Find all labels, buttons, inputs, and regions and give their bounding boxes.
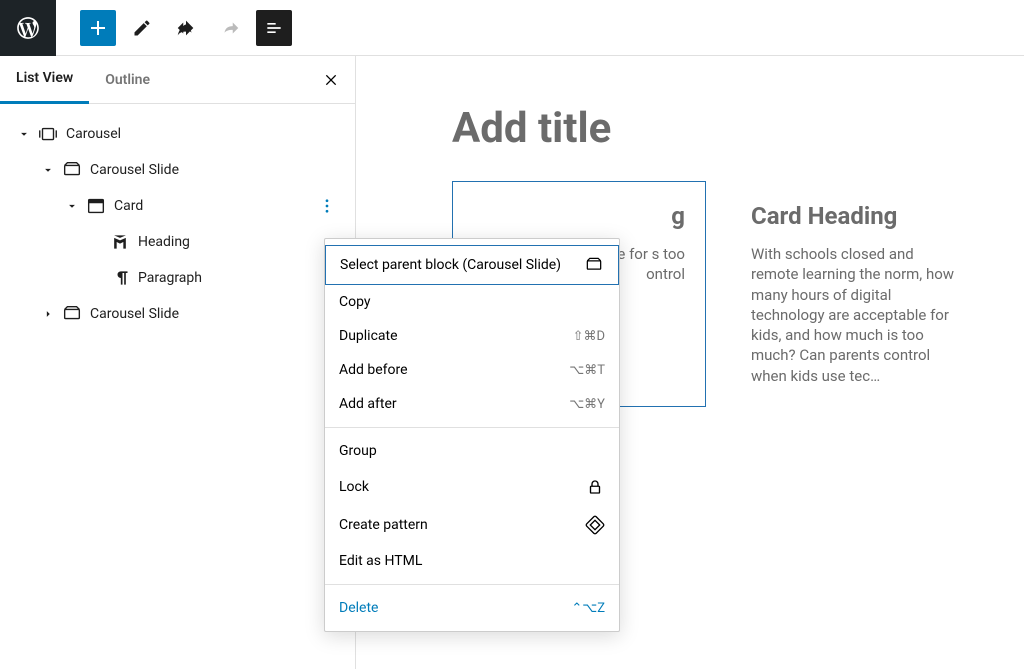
block-options-button[interactable]	[315, 194, 339, 218]
tree-label: Heading	[138, 234, 347, 250]
slide-icon	[584, 255, 604, 275]
menu-edit-html[interactable]: Edit as HTML	[325, 544, 619, 578]
menu-label: Edit as HTML	[339, 553, 422, 569]
slide-icon	[60, 302, 84, 326]
card-icon	[84, 194, 108, 218]
menu-copy[interactable]: Copy	[325, 285, 619, 319]
tree-item-carousel[interactable]: Carousel	[8, 116, 347, 152]
block-list-tree: Carousel Carousel Slide Card Heading Par…	[0, 104, 355, 344]
tree-item-carousel-slide[interactable]: Carousel Slide	[8, 296, 347, 332]
card-paragraph[interactable]: With schools closed and remote learning …	[751, 244, 963, 386]
tab-outline[interactable]: Outline	[89, 56, 166, 104]
menu-label: Add before	[339, 362, 408, 378]
lock-icon	[585, 477, 605, 497]
menu-add-before[interactable]: Add before ⌥⌘T	[325, 353, 619, 387]
sidebar-tabs: List View Outline	[0, 56, 355, 104]
carousel-icon	[36, 122, 60, 146]
pencil-icon	[132, 18, 152, 38]
tree-label: Card	[114, 198, 315, 214]
menu-create-pattern[interactable]: Create pattern	[325, 506, 619, 544]
keyboard-shortcut: ⌥⌘T	[569, 363, 605, 378]
top-toolbar	[0, 0, 1024, 56]
tree-label: Carousel	[66, 126, 347, 142]
document-overview-panel: List View Outline Carousel Carousel Slid…	[0, 56, 356, 669]
block-options-menu: Select parent block (Carousel Slide) Cop…	[324, 238, 620, 632]
plus-icon	[86, 16, 110, 40]
edit-tools-button[interactable]	[124, 10, 160, 46]
undo-icon	[175, 17, 197, 39]
keyboard-shortcut: ⇧⌘D	[573, 329, 605, 344]
menu-select-parent[interactable]: Select parent block (Carousel Slide)	[325, 245, 619, 285]
keyboard-shortcut: ⌃⌥Z	[571, 601, 605, 616]
heading-icon	[108, 230, 132, 254]
menu-lock[interactable]: Lock	[325, 468, 619, 506]
menu-label: Group	[339, 443, 377, 459]
add-block-button[interactable]	[80, 10, 116, 46]
paragraph-icon	[108, 266, 132, 290]
menu-label: Copy	[339, 294, 371, 310]
menu-label: Select parent block (Carousel Slide)	[340, 257, 561, 273]
wordpress-icon	[15, 15, 41, 41]
menu-label: Add after	[339, 396, 397, 412]
close-icon	[323, 72, 339, 88]
redo-icon	[219, 17, 241, 39]
list-icon	[264, 18, 284, 38]
toolbar-buttons	[56, 10, 292, 46]
menu-label: Delete	[339, 600, 378, 616]
menu-label: Create pattern	[339, 517, 428, 533]
close-panel-button[interactable]	[319, 68, 343, 92]
tree-item-heading[interactable]: Heading	[8, 224, 347, 260]
more-vertical-icon	[318, 197, 336, 215]
tree-item-paragraph[interactable]: Paragraph	[8, 260, 347, 296]
chevron-right-icon[interactable]	[36, 302, 60, 326]
tree-item-card[interactable]: Card	[8, 188, 347, 224]
menu-duplicate[interactable]: Duplicate ⇧⌘D	[325, 319, 619, 353]
post-title-input[interactable]: Add title	[452, 104, 984, 153]
menu-delete[interactable]: Delete ⌃⌥Z	[325, 591, 619, 625]
slide-icon	[60, 158, 84, 182]
undo-button[interactable]	[168, 10, 204, 46]
redo-button[interactable]	[212, 10, 248, 46]
wordpress-logo[interactable]	[0, 0, 56, 56]
card-block[interactable]: Card Heading With schools closed and rem…	[730, 181, 984, 407]
menu-add-after[interactable]: Add after ⌥⌘Y	[325, 387, 619, 421]
tree-label: Paragraph	[138, 270, 347, 286]
tree-label: Carousel Slide	[90, 306, 347, 322]
menu-label: Duplicate	[339, 328, 398, 344]
document-overview-button[interactable]	[256, 10, 292, 46]
menu-group[interactable]: Group	[325, 434, 619, 468]
chevron-down-icon[interactable]	[12, 122, 36, 146]
card-heading[interactable]: g	[473, 202, 685, 230]
menu-label: Lock	[339, 479, 369, 495]
keyboard-shortcut: ⌥⌘Y	[569, 397, 605, 412]
chevron-down-icon[interactable]	[60, 194, 84, 218]
chevron-down-icon[interactable]	[36, 158, 60, 182]
tab-list-view[interactable]: List View	[0, 56, 89, 104]
tree-label: Carousel Slide	[90, 162, 347, 178]
pattern-icon	[585, 515, 605, 535]
card-heading[interactable]: Card Heading	[751, 202, 963, 230]
tree-item-carousel-slide[interactable]: Carousel Slide	[8, 152, 347, 188]
